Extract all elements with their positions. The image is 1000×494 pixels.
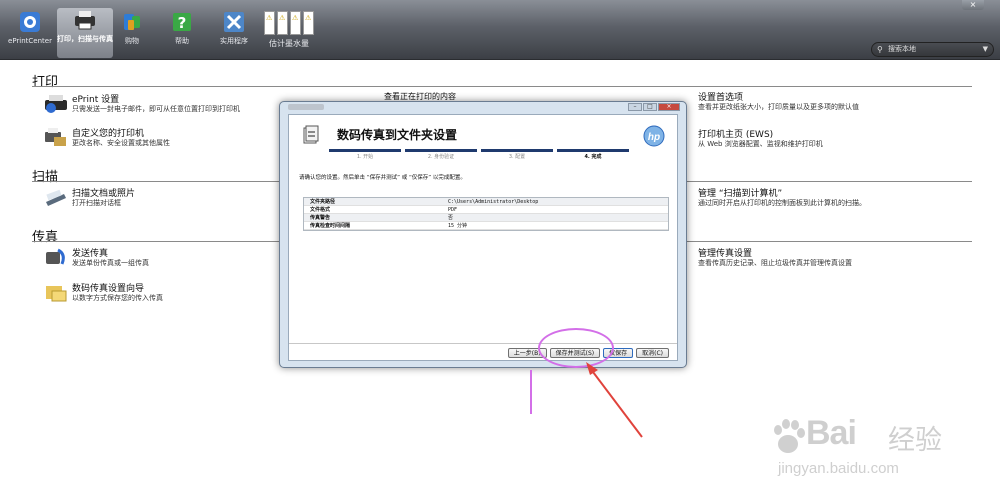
watermark-url: jingyan.baidu.com — [778, 460, 899, 477]
paw-logo-icon — [774, 419, 805, 453]
watermark-brand-cn: 经验 — [888, 425, 942, 456]
watermark-brand: Bai — [806, 414, 857, 452]
baidu-watermark: Bai 经验 jingyan.baidu.com — [770, 410, 960, 485]
